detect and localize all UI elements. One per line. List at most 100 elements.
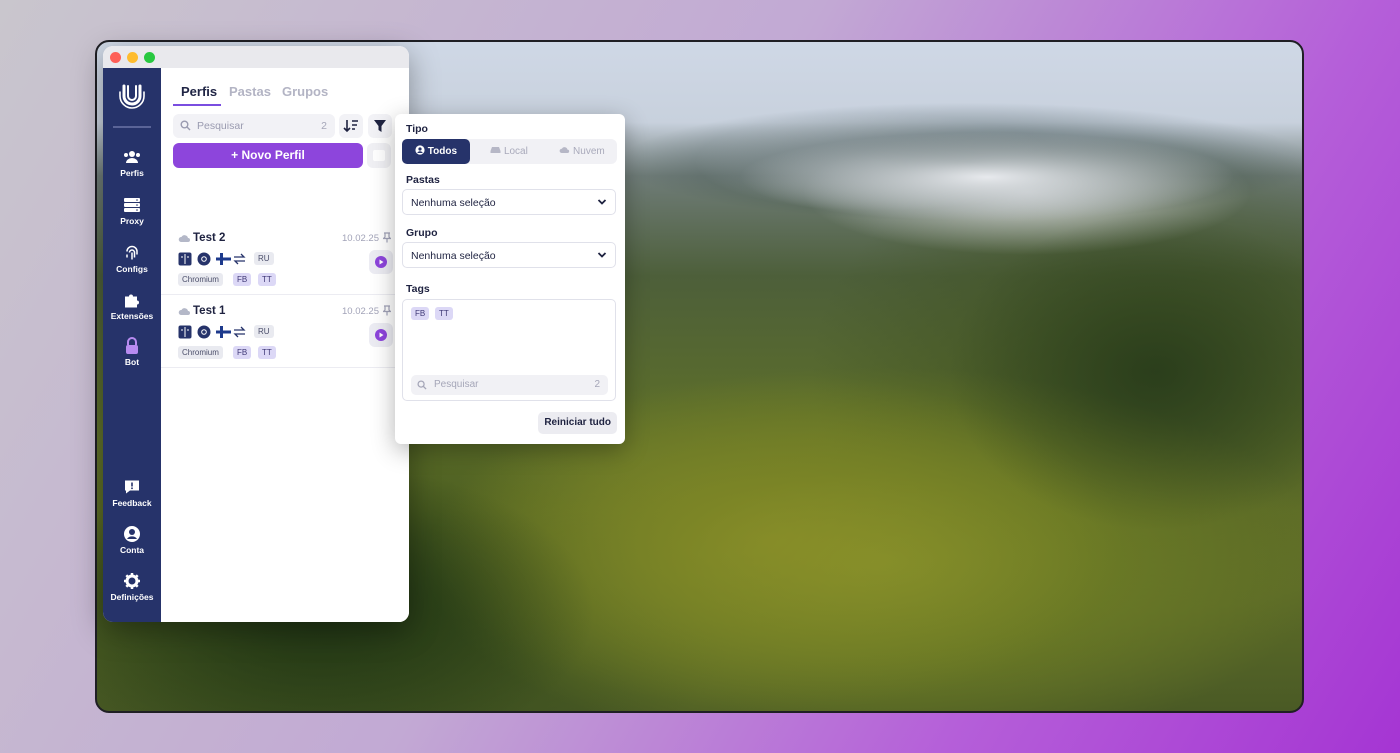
play-icon — [375, 256, 387, 268]
os-icon — [178, 325, 192, 339]
swap-icon — [233, 253, 246, 265]
sidebar-item-label: Feedback — [112, 498, 152, 508]
sidebar-item-perfis[interactable]: Perfis — [103, 148, 161, 178]
tags-label: Tags — [406, 283, 430, 295]
search-input[interactable]: Pesquisar 2 — [173, 114, 335, 138]
finland-flag-icon — [216, 326, 231, 338]
pastas-select[interactable]: Nenhuma seleção — [402, 189, 616, 215]
drive-icon — [490, 147, 501, 153]
sort-icon — [343, 120, 358, 133]
tipo-option-local[interactable]: Local — [474, 139, 544, 164]
play-icon — [375, 329, 387, 341]
sidebar-item-label: Conta — [119, 545, 145, 555]
sidebar-item-label: Bot — [124, 357, 140, 367]
chevron-down-icon — [597, 252, 607, 258]
launch-profile-button[interactable] — [369, 250, 393, 274]
sidebar-item-configs[interactable]: Configs — [103, 244, 161, 274]
tipo-label: Tipo — [406, 123, 428, 135]
new-profile-button[interactable]: + Novo Perfil — [173, 143, 363, 168]
pin-icon[interactable] — [383, 305, 391, 316]
sidebar-item-proxy[interactable]: Proxy — [103, 196, 161, 226]
feedback-icon — [125, 480, 139, 494]
profile-date: 10.02.25 — [342, 233, 379, 244]
user-circle-icon — [415, 145, 425, 155]
profiles-panel: Perfis Pastas Grupos Pesquisar 2 + Novo … — [161, 68, 409, 622]
sidebar-item-label: Definições — [110, 592, 154, 602]
tab-perfis[interactable]: Perfis — [181, 84, 217, 99]
swap-icon — [233, 326, 246, 338]
app-window: Perfis Proxy Configs Extensões Bot Feedb… — [103, 46, 409, 622]
sidebar: Perfis Proxy Configs Extensões Bot Feedb… — [103, 68, 161, 622]
tag-badge: FB — [233, 273, 252, 286]
tab-grupos[interactable]: Grupos — [282, 84, 328, 99]
sidebar-divider — [113, 126, 151, 128]
tag-option[interactable]: TT — [435, 307, 453, 320]
users-icon — [124, 151, 140, 163]
filter-popover: Tipo Todos Local Nuvem Pastas Nenhuma se… — [395, 114, 625, 444]
tipo-option-nuvem[interactable]: Nuvem — [547, 139, 617, 164]
chevron-down-icon — [597, 199, 607, 205]
filter-icon — [374, 120, 386, 132]
title-bar — [103, 46, 409, 68]
tipo-option-todos[interactable]: Todos — [402, 139, 470, 164]
reset-all-button[interactable]: Reiniciar tudo — [538, 412, 617, 434]
close-window-button[interactable] — [110, 52, 121, 63]
toggle-panel-button[interactable] — [367, 143, 391, 168]
tag-badge: Chromium — [178, 273, 223, 286]
profile-row[interactable]: Test 1 10.02.25 RU Chromium FB TT — [161, 295, 409, 368]
tipo-option-label: Local — [503, 146, 528, 157]
sidebar-item-label: Proxy — [120, 216, 144, 226]
search-icon — [417, 380, 427, 390]
tipo-segmented-control: Todos Local Nuvem — [402, 139, 617, 164]
sort-button[interactable] — [339, 114, 363, 138]
profile-row[interactable]: Test 2 10.02.25 RU Chromium FB TT — [161, 222, 409, 295]
active-tab-indicator — [173, 104, 221, 106]
tag-search-placeholder: Pesquisar — [434, 379, 479, 390]
search-count: 2 — [321, 120, 327, 132]
lock-icon — [126, 337, 138, 354]
filter-button[interactable] — [368, 114, 392, 138]
app-logo — [119, 84, 145, 109]
minimize-window-button[interactable] — [127, 52, 138, 63]
tag-badge: TT — [258, 273, 276, 286]
grupo-value: Nenhuma seleção — [411, 250, 496, 262]
os-icon — [178, 252, 192, 266]
cloud-icon — [178, 235, 190, 242]
sidebar-item-conta[interactable]: Conta — [103, 525, 161, 555]
search-icon — [180, 120, 191, 131]
sidebar-item-extensoes[interactable]: Extensões — [103, 291, 161, 321]
tab-pastas[interactable]: Pastas — [229, 84, 271, 99]
grupo-select[interactable]: Nenhuma seleção — [402, 242, 616, 268]
search-placeholder: Pesquisar — [197, 120, 244, 132]
launch-profile-button[interactable] — [369, 323, 393, 347]
tipo-option-label: Nuvem — [573, 146, 605, 157]
profile-name: Test 1 — [193, 305, 226, 317]
pastas-label: Pastas — [406, 174, 440, 186]
sidebar-item-definicoes[interactable]: Definições — [103, 572, 161, 602]
tag-search-input[interactable]: Pesquisar 2 — [411, 375, 608, 395]
pastas-value: Nenhuma seleção — [411, 197, 496, 209]
chrome-icon — [197, 325, 211, 339]
server-icon — [124, 198, 140, 212]
tags-selector: FB TT Pesquisar 2 — [402, 299, 616, 401]
maximize-window-button[interactable] — [144, 52, 155, 63]
sidebar-item-bot[interactable]: Bot — [103, 337, 161, 367]
finland-flag-icon — [216, 253, 231, 265]
tag-option[interactable]: FB — [411, 307, 430, 320]
chrome-icon — [197, 252, 211, 266]
tipo-option-label: Todos — [427, 146, 458, 157]
account-icon — [124, 526, 140, 542]
pin-icon[interactable] — [383, 232, 391, 243]
cloud-icon — [178, 308, 190, 315]
sidebar-item-label: Configs — [116, 264, 148, 274]
fingerprint-icon — [126, 245, 138, 260]
panel-icon — [373, 150, 385, 161]
profile-name: Test 2 — [193, 232, 226, 244]
sidebar-item-feedback[interactable]: Feedback — [103, 478, 161, 508]
profile-date: 10.02.25 — [342, 306, 379, 317]
tag-badge: Chromium — [178, 346, 223, 359]
sidebar-item-label: Perfis — [120, 168, 144, 178]
country-badge: RU — [254, 252, 274, 265]
gear-icon — [124, 573, 140, 589]
sidebar-item-label: Extensões — [110, 311, 154, 321]
